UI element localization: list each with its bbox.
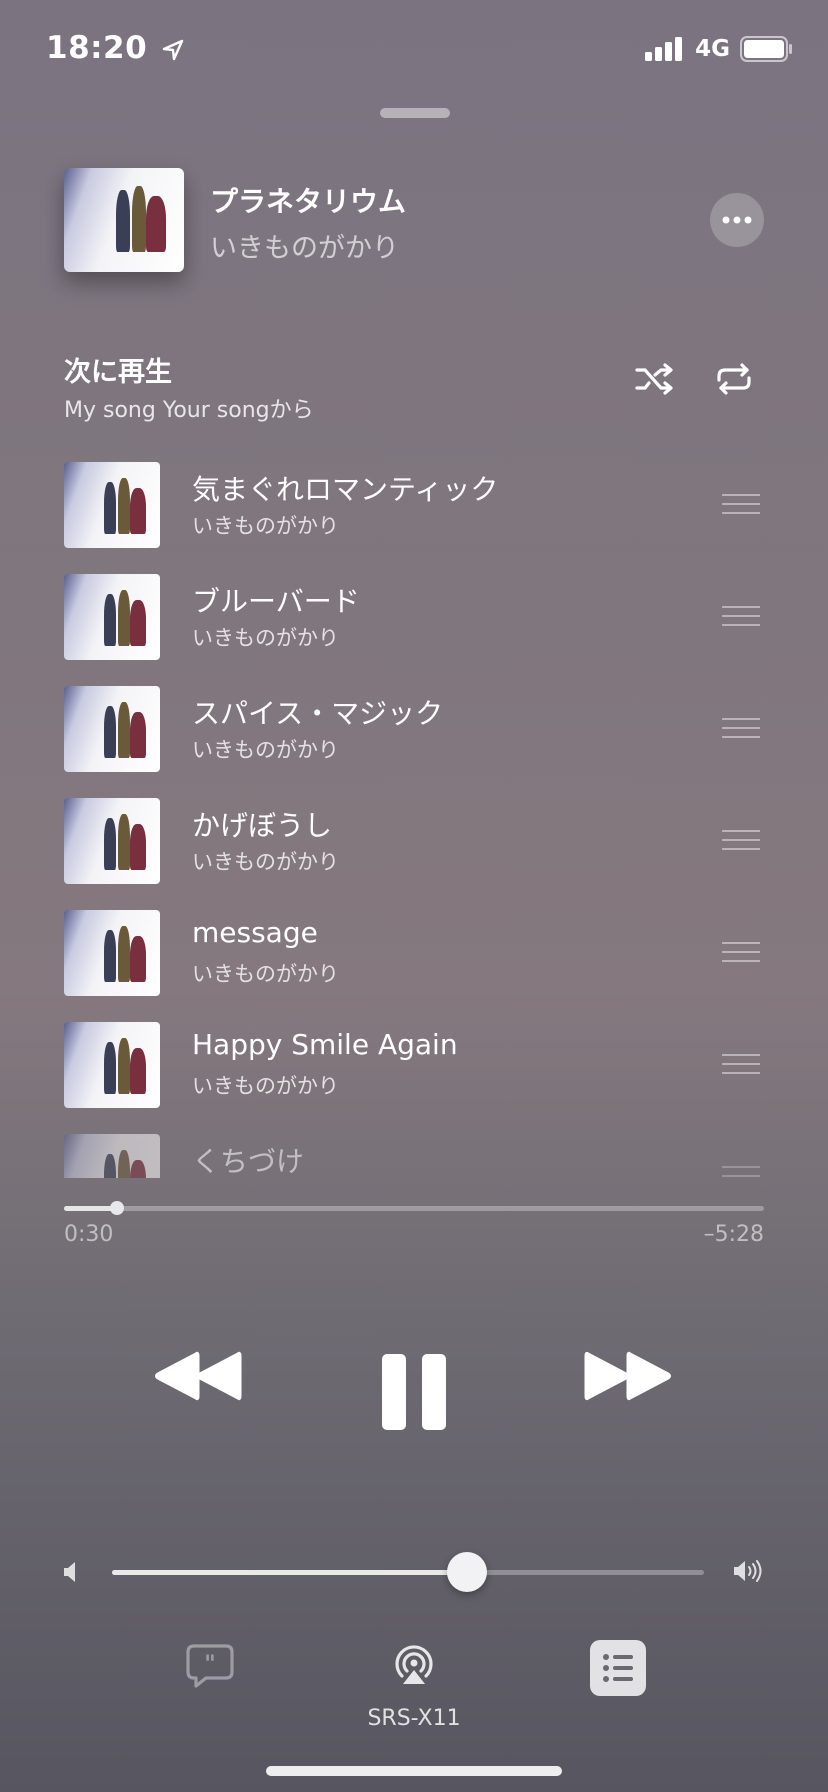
queue-list-icon — [603, 1654, 633, 1682]
signal-icon — [645, 37, 683, 61]
sheet-grabber[interactable] — [380, 108, 450, 118]
fast-forward-button[interactable] — [584, 1348, 672, 1408]
queue-row[interactable]: Happy Smile Again いきものがかり — [0, 1018, 828, 1130]
airplay-button[interactable] — [392, 1642, 436, 1690]
lyrics-button[interactable]: " — [186, 1644, 234, 1692]
drag-handle-icon[interactable] — [722, 1054, 760, 1076]
up-next-list[interactable]: 気まぐれロマンティック いきものがかり ブルーバード いきものがかり スパイス・マジック… — [0, 458, 828, 1178]
more-icon — [722, 216, 752, 224]
drag-handle-icon[interactable] — [722, 606, 760, 628]
fast-forward-icon — [584, 1351, 671, 1401]
rewind-icon — [155, 1351, 242, 1401]
queue-artist: いきものがかり — [192, 514, 339, 538]
shuffle-button[interactable] — [635, 362, 675, 400]
volume-knob[interactable] — [447, 1552, 488, 1592]
queue-row[interactable]: スパイス・マジックいきものがかり — [0, 682, 828, 794]
location-icon — [163, 39, 184, 60]
now-playing-artist[interactable]: いきものがかり — [210, 226, 399, 265]
drag-handle-icon[interactable] — [722, 1166, 760, 1178]
queue-artwork — [64, 1134, 160, 1178]
volume-fill — [112, 1570, 468, 1575]
queue-title: ブルーバード — [192, 585, 360, 618]
queue-artist: いきものがかり — [192, 626, 339, 650]
now-playing-title: プラネタリウム — [210, 185, 407, 218]
drag-handle-icon[interactable] — [722, 942, 760, 964]
queue-title: かげぼうし — [192, 809, 333, 842]
queue-artist: いきものがかり — [192, 850, 339, 874]
up-next-heading: 次に再生 — [64, 357, 172, 388]
pause-icon — [382, 1354, 446, 1430]
volume-min-icon — [62, 1560, 78, 1588]
airplay-icon — [395, 1645, 433, 1684]
now-playing-artwork — [64, 168, 184, 272]
queue-artist: いきものがかり — [192, 962, 339, 986]
network-type: 4G — [695, 36, 730, 62]
queue-title: message — [192, 916, 318, 949]
pause-button[interactable] — [380, 1352, 448, 1436]
rewind-button[interactable] — [154, 1348, 242, 1408]
repeat-button[interactable] — [715, 362, 753, 400]
queue-artwork — [64, 1022, 160, 1108]
drag-handle-icon[interactable] — [722, 830, 760, 852]
up-next-source: My song Your songから — [64, 398, 314, 423]
queue-artwork — [64, 462, 160, 548]
queue-title: くちづけ — [192, 1145, 305, 1178]
progress-track[interactable] — [64, 1206, 764, 1211]
queue-row[interactable]: ブルーバードいきものがかり — [0, 570, 828, 682]
status-time: 18:20 — [46, 30, 184, 66]
drag-handle-icon[interactable] — [722, 718, 760, 740]
queue-row[interactable]: 気まぐれロマンティックいきものがかり — [0, 458, 828, 570]
queue-button[interactable] — [590, 1640, 646, 1696]
queue-title: 気まぐれロマンティック — [192, 473, 499, 506]
svg-text:": " — [204, 1651, 215, 1677]
queue-artwork — [64, 574, 160, 660]
queue-artwork — [64, 798, 160, 884]
progress-knob[interactable] — [110, 1201, 125, 1215]
remaining-time: –5:28 — [703, 1222, 764, 1247]
lyrics-icon: " — [186, 1644, 234, 1688]
queue-artist: いきものがかり — [192, 1074, 339, 1098]
home-indicator[interactable] — [266, 1766, 562, 1776]
airplay-device-label: SRS-X11 — [367, 1706, 461, 1731]
repeat-icon — [717, 363, 751, 395]
battery-icon — [740, 36, 792, 62]
elapsed-time: 0:30 — [64, 1222, 114, 1247]
queue-row[interactable]: かげぼうしいきものがかり — [0, 794, 828, 906]
status-indicators: 4G — [645, 36, 794, 62]
queue-title: スパイス・マジック — [192, 697, 444, 730]
queue-title: Happy Smile Again — [192, 1028, 458, 1061]
queue-artwork — [64, 686, 160, 772]
drag-handle-icon[interactable] — [722, 494, 760, 516]
queue-row[interactable]: message いきものがかり — [0, 906, 828, 1018]
volume-max-icon — [732, 1558, 764, 1588]
more-button[interactable] — [710, 193, 764, 247]
shuffle-icon — [635, 363, 673, 395]
queue-artist: いきものがかり — [192, 738, 339, 762]
queue-artwork — [64, 910, 160, 996]
queue-row[interactable]: くちづけ — [0, 1130, 828, 1178]
